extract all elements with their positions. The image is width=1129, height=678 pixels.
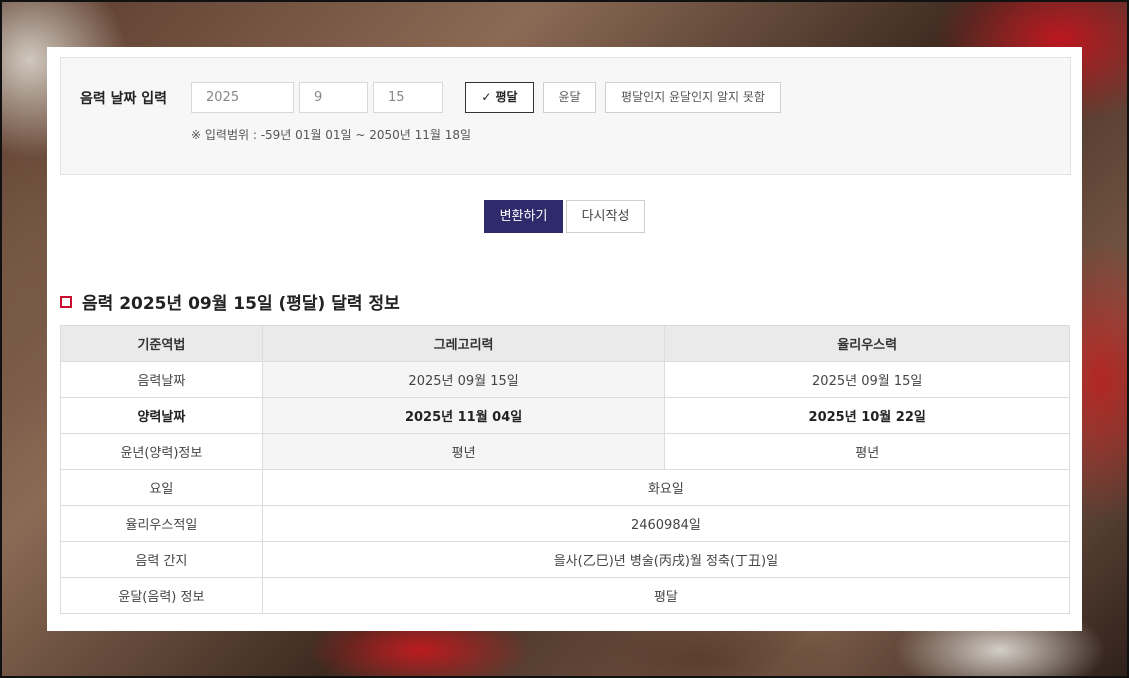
reset-button[interactable]: 다시작성 (566, 200, 645, 233)
row-label: 윤달(음력) 정보 (60, 577, 263, 614)
gregorian-cell: 평년 (261, 433, 666, 470)
option-leap-month[interactable]: 윤달 (543, 82, 596, 113)
option-leap-label: 윤달 (558, 90, 581, 104)
julian-cell: 2025년 10월 22일 (664, 397, 1070, 434)
option-normal-month[interactable]: ✓ 평달 (465, 82, 534, 113)
square-bullet-icon (60, 295, 72, 308)
row-label: 요일 (60, 469, 263, 506)
result-table: 기준역법 그레고리력 율리우스력 음력날짜 2025년 09월 15일 2025… (60, 325, 1071, 614)
option-unknown[interactable]: 평달인지 윤달인지 알지 못함 (605, 82, 781, 113)
input-range-note: ※ 입력범위 : -59년 01월 01일 ~ 2050년 11월 18일 (191, 128, 472, 142)
table-row: 윤달(음력) 정보 평달 (60, 577, 1071, 614)
table-row: 양력날짜 2025년 11월 04일 2025년 10월 22일 (60, 397, 1070, 434)
input-title: 음력 날짜 입력 (80, 91, 168, 107)
row-label: 양력날짜 (60, 397, 263, 434)
gregorian-cell: 2025년 11월 04일 (261, 397, 666, 434)
header-gregorian: 그레고리력 (261, 325, 666, 362)
header-julian: 율리우스력 (664, 325, 1070, 362)
year-input[interactable]: 2025 (191, 82, 294, 113)
convert-button[interactable]: 변환하기 (484, 200, 563, 233)
gregorian-cell: 2025년 09월 15일 (261, 361, 666, 398)
julian-cell: 평년 (664, 433, 1070, 470)
table-row: 음력 간지 을사(乙巳)년 병술(丙戌)월 정축(丁丑)일 (60, 541, 1071, 578)
row-label: 율리우스적일 (60, 505, 263, 542)
header-calendar-basis: 기준역법 (60, 325, 263, 362)
merged-cell: 화요일 (261, 469, 1071, 506)
result-title: 음력 2025년 09월 15일 (평달) 달력 정보 (60, 289, 400, 314)
merged-cell: 2460984일 (261, 505, 1071, 542)
merged-cell: 을사(乙巳)년 병술(丙戌)월 정축(丁丑)일 (261, 541, 1071, 578)
table-row: 윤년(양력)정보 평년 평년 (60, 433, 1070, 470)
row-label: 윤년(양력)정보 (60, 433, 263, 470)
table-row: 음력날짜 2025년 09월 15일 2025년 09월 15일 (60, 361, 1070, 398)
table-row: 율리우스적일 2460984일 (60, 505, 1071, 542)
check-icon: ✓ (481, 90, 492, 104)
month-input[interactable]: 9 (299, 82, 368, 113)
table-row: 요일 화요일 (60, 469, 1071, 506)
row-label: 음력날짜 (60, 361, 263, 398)
option-normal-label: 평달 (495, 90, 518, 104)
input-form: 음력 날짜 입력 2025 9 15 ✓ 평달 윤달 평달인지 윤달인지 알지 못… (60, 57, 1071, 175)
julian-cell: 2025년 09월 15일 (664, 361, 1070, 398)
option-unknown-label: 평달인지 윤달인지 알지 못함 (621, 90, 765, 104)
table-header-row: 기준역법 그레고리력 율리우스력 (60, 325, 1070, 362)
result-title-text: 음력 2025년 09월 15일 (평달) 달력 정보 (82, 294, 400, 314)
converter-panel: 음력 날짜 입력 2025 9 15 ✓ 평달 윤달 평달인지 윤달인지 알지 못… (47, 47, 1082, 631)
row-label: 음력 간지 (60, 541, 263, 578)
day-input[interactable]: 15 (373, 82, 443, 113)
merged-cell: 평달 (261, 577, 1071, 614)
